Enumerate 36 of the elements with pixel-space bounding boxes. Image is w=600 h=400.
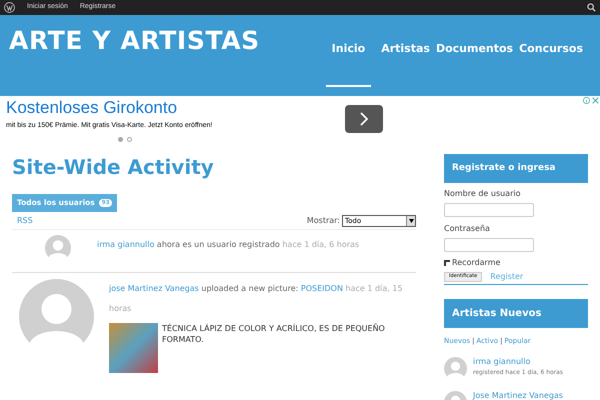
painting-thumbnail[interactable] [109, 323, 158, 373]
avatar-silhouette-icon [19, 279, 94, 354]
activity-text: irma giannullo ahora es un usuario registrado hace 1 día, 6 horas [97, 239, 360, 251]
password-field[interactable] [444, 238, 534, 252]
ad-info-icon[interactable] [583, 97, 590, 104]
page-title: Site-Wide Activity [12, 154, 215, 180]
wordpress-logo-icon[interactable] [4, 2, 15, 13]
nav-link[interactable]: Concursos [519, 41, 583, 87]
field-label: Nombre de usuario [444, 188, 522, 200]
filter-label: Mostrar: [306, 215, 340, 227]
register-link[interactable]: Register [490, 271, 524, 283]
widget-header: Registrate o ingresa [444, 154, 588, 183]
picture-caption: TÉCNICA LÁPIZ DE COLOR Y ACRÍLICO, ES DE PEQUEÑO FORMATO. [162, 323, 386, 346]
avatar-silhouette-icon [45, 235, 71, 261]
username-field[interactable] [444, 203, 534, 217]
site-title[interactable]: ARTE Y ARTISTAS [9, 25, 260, 96]
picture-link[interactable]: POSEIDON [300, 284, 343, 293]
user-link[interactable]: jose Martinez Vanegas [109, 284, 199, 293]
artist-link[interactable]: irma giannullo [473, 356, 563, 366]
close-icon[interactable] [592, 97, 599, 104]
nav-link[interactable]: Inicio [326, 41, 372, 87]
rss-link[interactable]: RSS [17, 215, 33, 227]
user-link[interactable]: irma giannullo [97, 240, 154, 249]
chevron-right-icon [359, 112, 369, 126]
nav-link[interactable]: Documentos [436, 41, 514, 87]
search-icon[interactable] [587, 3, 596, 12]
field-label: Contraseña [444, 223, 491, 235]
artist-link[interactable]: Jose Martinez Vanegas [473, 390, 563, 400]
activity-text: jose Martinez Vanegas uploaded a new picture: POSEIDON hace 1 día, 15 horas [109, 283, 404, 315]
ad-headline[interactable]: Kostenloses Girokonto [6, 97, 212, 119]
dropdown-arrow-icon [406, 216, 415, 226]
nav-link[interactable]: Artistas [381, 41, 430, 87]
next-button[interactable] [345, 105, 383, 133]
widget-header: Artistas Nuevos [444, 299, 588, 328]
checkbox-label: Recordarme [452, 257, 500, 269]
avatar-silhouette-icon [444, 356, 467, 380]
